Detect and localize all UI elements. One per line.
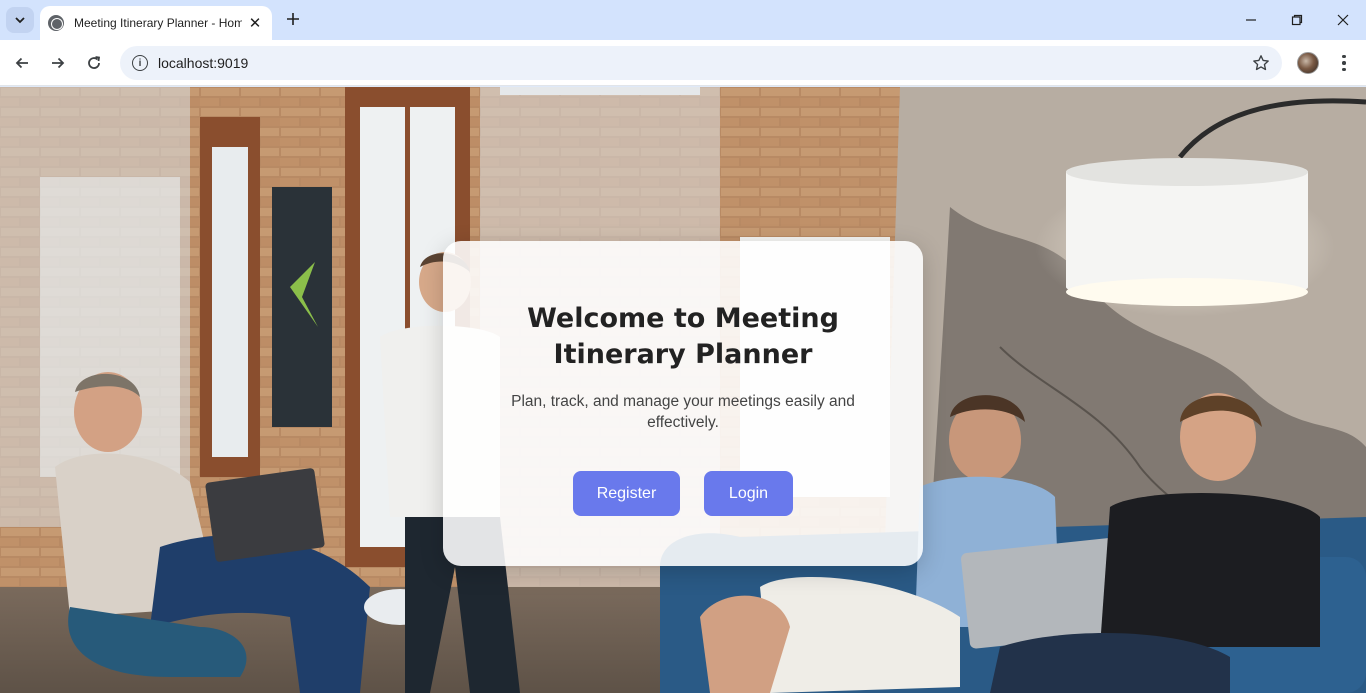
arrow-left-icon (15, 57, 28, 69)
globe-icon (48, 15, 64, 31)
page-viewport: Welcome to Meeting Itinerary Planner Pla… (0, 87, 1366, 693)
chevron-down-icon (15, 17, 25, 24)
minimize-icon (1246, 19, 1256, 21)
info-icon[interactable]: i (132, 55, 148, 71)
profile-avatar[interactable] (1297, 52, 1319, 74)
restore-icon (1291, 14, 1303, 26)
page-title: Welcome to Meeting Itinerary Planner (527, 303, 839, 370)
back-button[interactable] (8, 49, 36, 77)
plus-icon (287, 13, 299, 25)
window-close-button[interactable] (1320, 8, 1366, 32)
reload-button[interactable] (80, 49, 108, 77)
page-subtitle: Plan, track, and manage your meetings ea… (511, 393, 855, 431)
tab-search-button[interactable] (6, 7, 34, 33)
browser-tab-active[interactable]: Meeting Itinerary Planner - Home ✕ (40, 6, 272, 40)
address-bar[interactable]: i localhost:9019 (120, 46, 1282, 80)
window-minimize-button[interactable] (1228, 8, 1274, 32)
browser-tabstrip: Meeting Itinerary Planner - Home ✕ (0, 0, 1366, 40)
welcome-card: Welcome to Meeting Itinerary Planner Pla… (443, 241, 923, 566)
reload-icon (88, 56, 101, 69)
new-tab-button[interactable] (282, 8, 304, 32)
star-icon[interactable] (1250, 52, 1272, 74)
forward-button[interactable] (44, 49, 72, 77)
browser-toolbar: i localhost:9019 (0, 40, 1366, 86)
close-icon (1337, 14, 1349, 26)
window-restore-button[interactable] (1274, 8, 1320, 32)
tab-close-icon[interactable]: ✕ (246, 14, 264, 32)
url-text[interactable]: localhost:9019 (158, 55, 248, 71)
kebab-menu-icon[interactable] (1332, 51, 1356, 75)
arrow-right-icon (52, 57, 65, 69)
register-button[interactable]: Register (573, 471, 680, 516)
tab-title: Meeting Itinerary Planner - Home (74, 16, 242, 30)
login-button[interactable]: Login (704, 471, 793, 516)
